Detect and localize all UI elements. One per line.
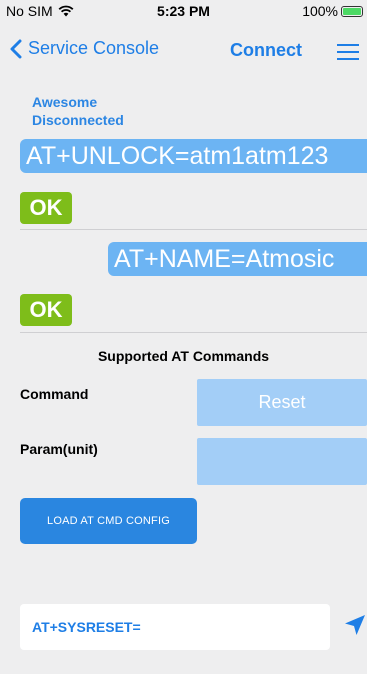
connect-button[interactable]: Connect: [230, 40, 302, 61]
command-label: Command: [20, 386, 89, 402]
device-status: Disconnected: [32, 112, 124, 128]
param-label: Param(unit): [20, 441, 98, 457]
load-config-button[interactable]: LOAD AT CMD CONFIG: [20, 498, 197, 544]
param-input[interactable]: [197, 438, 367, 485]
separator: [20, 332, 367, 333]
section-title: Supported AT Commands: [97, 348, 270, 364]
battery-percent: 100%: [302, 3, 338, 19]
battery-icon: [341, 5, 363, 17]
battery-status: 100%: [302, 3, 363, 19]
response-badge: OK: [20, 294, 72, 326]
back-button[interactable]: Service Console: [10, 38, 159, 59]
chevron-left-icon: [10, 39, 22, 58]
menu-icon[interactable]: [337, 44, 359, 60]
response-badge: OK: [20, 192, 72, 224]
back-label: Service Console: [28, 38, 160, 58]
device-name: Awesome: [32, 94, 98, 110]
sent-command: AT+NAME=Atmosic: [108, 242, 367, 276]
command-input[interactable]: AT+SYSRESET=: [20, 604, 330, 650]
sent-command: AT+UNLOCK=atm1atm123: [20, 139, 367, 173]
send-icon[interactable]: [344, 614, 366, 636]
status-bar: No SIM 5:23 PM 100%: [0, 0, 367, 22]
command-select[interactable]: Reset: [197, 379, 367, 426]
separator: [20, 229, 367, 230]
